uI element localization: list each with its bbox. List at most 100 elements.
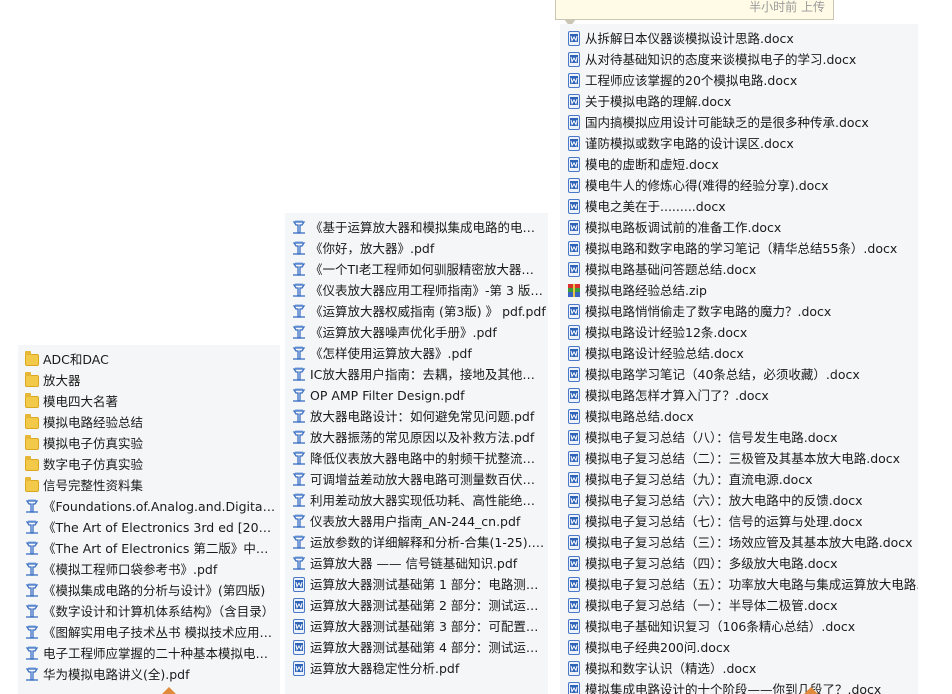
file-list-item[interactable]: 信号完整性资料集 [18,475,280,496]
file-list-item[interactable]: 仪表放大器用户指南_AN-244_cn.pdf [285,511,548,532]
file-list-item[interactable]: 运算放大器测试基础第 2 部分：测试运放参数 [285,595,548,616]
docx-icon [292,577,306,592]
file-list-item[interactable]: 模拟电子复习总结（二）：三极管及其基本放大电路.docx [560,448,918,469]
file-list-item[interactable]: 《The Art of Electronics 3rd ed [2015]》 [18,517,280,538]
file-list-item[interactable]: 模拟电子仿真实验 [18,433,280,454]
file-list-item[interactable]: 可调增益差动放大器电路可测量数百伏电压 [285,469,548,490]
file-name-label: IC放大器用户指南：去耦，接地及其他一些要点 [310,367,546,382]
file-list-item[interactable]: 模电四大名著 [18,391,280,412]
file-list-item[interactable]: 模拟电路经验总结.zip [560,280,918,301]
file-list-item[interactable]: 模拟电子复习总结（四）：多级放大电路.docx [560,553,918,574]
file-list-item[interactable]: 放大器 [18,370,280,391]
file-list-item[interactable]: 模拟电路设计经验12条.docx [560,322,918,343]
file-list-item[interactable]: 模拟电子复习总结（五）：功率放大电路与集成运算放大电路.docx [560,574,918,595]
file-list-item[interactable]: 模拟集成电路设计的十个阶段——你到几段了？.docx [560,679,918,694]
docx-icon [292,640,306,655]
pdf-icon [292,430,306,445]
file-list-item[interactable]: 利用差动放大器实现低功耗、高性能绝对值电路 [285,490,548,511]
file-list-item[interactable]: 《Foundations.of.Analog.and.Digital.Elect… [18,496,280,517]
file-list-left[interactable]: ADC和DAC 放大器 模电四大名著 模拟电路经验总结 模拟电子仿真实验 数字电子仿真实验… [18,345,280,694]
file-name-label: 模电牛人的修炼心得(难得的经验分享).docx [585,178,829,193]
pdf-icon [292,535,306,550]
file-list-item[interactable]: 运算放大器测试基础第 1 部分：电路测试概述 [285,574,548,595]
docx-icon [567,73,581,88]
file-list-item[interactable]: 从对待基础知识的态度来谈模拟电子的学习.docx [560,49,918,70]
file-name-label: 运算放大器测试基础第 2 部分：测试运放参数 [310,598,546,613]
file-list-item[interactable]: 降低仪表放大器电路中的射频干扰整流误差 [285,448,548,469]
file-list-item[interactable]: 国内搞模拟应用设计可能缺乏的是很多种传承.docx [560,112,918,133]
file-list-item[interactable]: 模拟电子复习总结（一）：半导体二极管.docx [560,595,918,616]
docx-icon [567,31,581,46]
file-list-item[interactable]: 模拟电子复习总结（七）：信号的运算与处理.docx [560,511,918,532]
folder-icon [25,351,39,366]
file-list-item[interactable]: 《模拟集成电路的分析与设计》(第四版) [18,580,280,601]
file-list-item[interactable]: 华为模拟电路讲义(全).pdf [18,664,280,685]
file-name-label: 运算放大器测试基础第 3 部分：可配置测试环路 [310,619,546,634]
scroll-down-arrow-left[interactable] [162,687,176,694]
file-list-item[interactable]: 谨防模拟或数字电路的设计误区.docx [560,133,918,154]
file-list-item[interactable]: 模拟电路学习笔记（40条总结，必须收藏）.docx [560,364,918,385]
file-list-item[interactable]: 模拟电路悄悄偷走了数字电路的魔力？.docx [560,301,918,322]
file-list-item[interactable]: 运放参数的详细解释和分析-合集(1-25).pdf [285,532,548,553]
file-list-item[interactable]: 《你好，放大器》.pdf [285,238,548,259]
pdf-icon [292,409,306,424]
file-list-item[interactable]: 模拟电子复习总结（九）：直流电源.docx [560,469,918,490]
file-list-middle[interactable]: 《基于运算放大器和模拟集成电路的电路设计》《你好，放大器》.pdf 《一个TI老工… [285,213,548,694]
pdf-icon [292,262,306,277]
file-list-item[interactable]: 模拟电路板调试前的准备工作.docx [560,217,918,238]
file-list-item[interactable]: IC放大器用户指南：去耦，接地及其他一些要点 [285,364,548,385]
file-list-item[interactable]: 工程师应该掌握的20个模拟电路.docx [560,70,918,91]
file-list-item[interactable]: ADC和DAC [18,349,280,370]
file-list-item[interactable]: 《The Art of Electronics 第二版》中文版 [18,538,280,559]
file-list-item[interactable]: 模拟电子基础知识复习（106条精心总结）.docx [560,616,918,637]
file-list-item[interactable]: 《仪表放大器应用工程师指南》-第 3 版.pdf [285,280,548,301]
file-list-item[interactable]: 模拟电路和数字电路的学习笔记（精华总结55条）.docx [560,238,918,259]
file-list-item[interactable]: 模电的虚断和虚短.docx [560,154,918,175]
scroll-down-arrow-right[interactable] [804,687,818,694]
file-list-item[interactable]: 模拟电子复习总结（六）：放大电路中的反馈.docx [560,490,918,511]
file-list-item[interactable]: 《图解实用电子技术丛书 模拟技术应用技巧》 [18,622,280,643]
file-list-item[interactable]: 从拆解日本仪器谈模拟设计思路.docx [560,28,918,49]
docx-icon [567,367,581,382]
docx-icon [567,157,581,172]
file-list-item[interactable]: 放大器电路设计：如何避免常见问题.pdf [285,406,548,427]
file-name-label: 模拟集成电路设计的十个阶段——你到几段了？.docx [585,682,882,694]
file-list-item[interactable]: 运算放大器测试基础第 3 部分：可配置测试环路 [285,616,548,637]
file-list-item[interactable]: 电子工程师应掌握的二十种基本模拟电路.pdf [18,643,280,664]
pdf-icon [292,556,306,571]
file-list-item[interactable]: 运算放大器测试基础第 4 部分：测试运放噪声 [285,637,548,658]
file-list-item[interactable]: 《运算放大器噪声优化手册》.pdf [285,322,548,343]
file-list-item[interactable]: 数字电子仿真实验 [18,454,280,475]
file-list-item[interactable]: 《模拟工程师口袋参考书》.pdf [18,559,280,580]
file-list-item[interactable]: 模电牛人的修炼心得(难得的经验分享).docx [560,175,918,196]
zip-icon [567,283,581,298]
file-list-item[interactable]: 模拟和数字认识（精选）.docx [560,658,918,679]
file-list-item[interactable]: 模拟电子复习总结（三）：场效应管及其基本放大电路.docx [560,532,918,553]
file-list-item[interactable]: 模拟电子经典200问.docx [560,637,918,658]
file-name-label: 谨防模拟或数字电路的设计误区.docx [585,136,794,151]
file-list-item[interactable]: 《运算放大器权威指南 (第3版) 》 pdf.pdf [285,301,548,322]
file-list-item[interactable]: 关于模拟电路的理解.docx [560,91,918,112]
file-list-right[interactable]: 从拆解日本仪器谈模拟设计思路.docx 从对待基础知识的态度来谈模拟电子的学习.d… [560,24,918,694]
file-name-label: 《一个TI老工程师如何驯服精密放大器》.pdf [310,262,546,277]
file-list-item[interactable]: 运算放大器稳定性分析.pdf [285,658,548,679]
file-list-item[interactable]: 模拟电路怎样才算入门了？.docx [560,385,918,406]
file-list-item[interactable]: 运算放大器 —— 信号链基础知识.pdf [285,553,548,574]
file-list-item[interactable]: 模拟电路设计经验总结.docx [560,343,918,364]
file-list-item[interactable]: 《基于运算放大器和模拟集成电路的电路设计》 [285,217,548,238]
file-list-item[interactable]: 模拟电路基础问答题总结.docx [560,259,918,280]
pdf-icon [25,583,39,598]
file-list-item[interactable]: 《一个TI老工程师如何驯服精密放大器》.pdf [285,259,548,280]
file-list-item[interactable]: 《数字设计和计算机体系结构》（含目录） [18,601,280,622]
pdf-icon [292,283,306,298]
file-list-item[interactable]: 放大器振荡的常见原因以及补救方法.pdf [285,427,548,448]
file-list-item[interactable]: 《怎样使用运算放大器》.pdf [285,343,548,364]
file-list-item[interactable]: 模拟电路经验总结 [18,412,280,433]
file-name-label: 模电的虚断和虚短.docx [585,157,719,172]
file-name-label: 模拟电子复习总结（一）：半导体二极管.docx [585,598,838,613]
pdf-icon [25,541,39,556]
file-list-item[interactable]: 模电之美在于.........docx [560,196,918,217]
file-list-item[interactable]: OP AMP Filter Design.pdf [285,385,548,406]
file-list-item[interactable]: 模拟电子复习总结（八）：信号发生电路.docx [560,427,918,448]
file-list-item[interactable]: 模拟电路总结.docx [560,406,918,427]
